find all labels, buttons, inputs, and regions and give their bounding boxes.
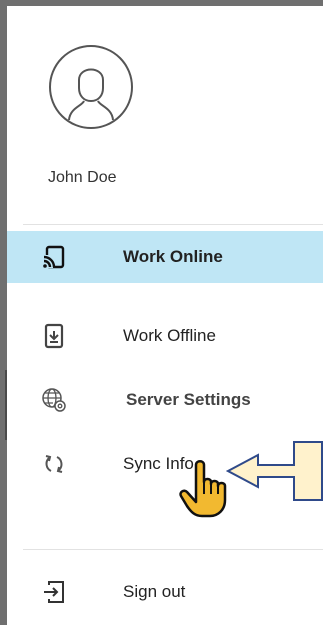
globe-settings-icon <box>41 387 67 413</box>
sync-icon <box>41 451 67 477</box>
user-avatar-icon <box>49 45 133 129</box>
menu-item-work-offline[interactable]: Work Offline <box>7 310 323 362</box>
callout-arrow-annotation <box>226 441 323 501</box>
window-frame-left <box>0 0 7 625</box>
menu-item-work-online[interactable]: Work Online <box>7 231 323 283</box>
download-device-icon <box>41 323 67 349</box>
user-name: John Doe <box>48 169 117 186</box>
menu-item-label: Work Online <box>123 247 223 266</box>
avatar[interactable] <box>48 44 134 130</box>
menu-item-server-settings[interactable]: Server Settings <box>7 374 323 426</box>
menu-item-label: Sign out <box>123 582 186 601</box>
navigation-drawer: John Doe Work Online Work Offline Server… <box>7 6 323 625</box>
divider <box>23 549 323 550</box>
menu-item-label: Work Offline <box>123 326 216 345</box>
hand-pointer-icon <box>179 460 227 518</box>
menu-item-sign-out[interactable]: Sign out <box>7 566 323 618</box>
menu-item-label: Server Settings <box>126 390 251 409</box>
cast-icon <box>41 244 67 270</box>
divider <box>23 224 323 225</box>
sign-out-icon <box>41 579 67 605</box>
